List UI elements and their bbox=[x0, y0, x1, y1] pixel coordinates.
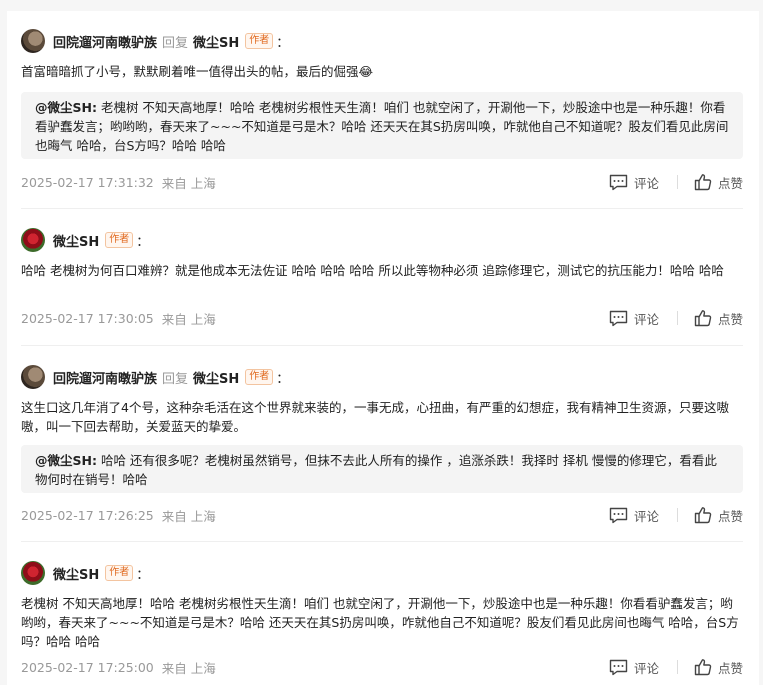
thumbs-up-icon bbox=[694, 658, 712, 676]
username[interactable]: 回院遛河南暾驴族 bbox=[53, 32, 157, 51]
username[interactable]: 微尘SH bbox=[53, 564, 99, 583]
comment-button[interactable]: 评论 bbox=[609, 658, 659, 677]
comment-header: 微尘SH 作者 ： bbox=[21, 560, 149, 586]
username[interactable]: 回院遛河南暾驴族 bbox=[53, 368, 157, 387]
reply-target-username[interactable]: 微尘SH bbox=[193, 368, 239, 387]
comment-label: 评论 bbox=[633, 175, 659, 191]
comment-header: 回院遛河南暾驴族 回复 微尘SH 作者 ： bbox=[21, 28, 289, 54]
action-divider bbox=[676, 175, 678, 189]
action-divider bbox=[676, 660, 678, 674]
comment-actions: 评论 点赞 bbox=[609, 172, 743, 192]
comment-actions: 评论 点赞 bbox=[609, 657, 743, 677]
comment-actions: 评论 点赞 bbox=[609, 308, 743, 328]
author-badge: 作者 bbox=[105, 232, 134, 248]
comment-meta: 2025-02-17 17:25:00 来自 上海 评论 点赞 bbox=[21, 657, 743, 677]
quoted-comment[interactable]: @微尘SH: 哈哈 还有很多呢？老槐树虽然销号，但抹不去此人所有的操作 ，追涨杀… bbox=[21, 445, 743, 493]
username[interactable]: 微尘SH bbox=[53, 231, 99, 250]
colon: ： bbox=[276, 371, 290, 387]
comment-button[interactable]: 评论 bbox=[609, 173, 659, 192]
avatar[interactable] bbox=[21, 228, 45, 252]
quoted-comment[interactable]: @微尘SH: 老槐树 不知天高地厚！哈哈 老槐树劣根性天生滴！咱们 也就空闲了，… bbox=[21, 92, 743, 159]
avatar[interactable] bbox=[21, 365, 45, 389]
action-divider bbox=[676, 508, 678, 522]
author-badge: 作者 bbox=[105, 565, 134, 581]
comment-header: 回院遛河南暾驴族 回复 微尘SH 作者 ： bbox=[21, 364, 289, 390]
comment-text: 首富暗暗抓了小号，默默刷着唯一值得出头的帖，最后的倔强😂 bbox=[21, 64, 374, 79]
divider bbox=[21, 345, 743, 346]
comment-meta: 2025-02-17 17:31:32 来自 上海 评论 点赞 bbox=[21, 172, 743, 192]
like-button[interactable]: 点赞 bbox=[694, 173, 743, 192]
author-badge: 作者 bbox=[245, 33, 274, 49]
comment-list: 回院遛河南暾驴族 回复 微尘SH 作者 ： 首富暗暗抓了小号，默默刷着唯一值得出… bbox=[7, 11, 759, 685]
action-divider bbox=[676, 311, 678, 325]
timestamp: 2025-02-17 17:30:05 bbox=[21, 310, 154, 326]
like-label: 点赞 bbox=[717, 508, 743, 524]
comment-meta: 2025-02-17 17:26:25 来自 上海 评论 点赞 bbox=[21, 505, 743, 525]
author-badge: 作者 bbox=[245, 369, 274, 385]
location: 来自 上海 bbox=[161, 508, 216, 524]
comment-text: 哈哈 老槐树为何百口难辨？就是他成本无法佐证 哈哈 哈哈 哈哈 所以此等物种必须… bbox=[21, 263, 724, 278]
comment-icon bbox=[609, 310, 628, 327]
comment-label: 评论 bbox=[633, 508, 659, 524]
avatar[interactable] bbox=[21, 561, 45, 585]
quoted-username: @微尘SH: bbox=[35, 100, 97, 115]
like-button[interactable]: 点赞 bbox=[694, 506, 743, 525]
comment-text: 这生口这几年消了4个号，这种杂毛活在这个世界就来装的，一事无成，心扭曲，有严重的… bbox=[21, 400, 729, 434]
thumbs-up-icon bbox=[694, 309, 712, 327]
like-label: 点赞 bbox=[717, 311, 743, 327]
divider bbox=[21, 541, 743, 542]
location: 来自 上海 bbox=[161, 311, 216, 327]
like-button[interactable]: 点赞 bbox=[694, 309, 743, 328]
comment-label: 评论 bbox=[633, 660, 659, 676]
colon: ： bbox=[136, 234, 150, 250]
comment-button[interactable]: 评论 bbox=[609, 506, 659, 525]
like-button[interactable]: 点赞 bbox=[694, 658, 743, 677]
comment-button[interactable]: 评论 bbox=[609, 309, 659, 328]
location: 来自 上海 bbox=[161, 660, 216, 676]
colon: ： bbox=[136, 567, 150, 583]
comment-icon bbox=[609, 507, 628, 524]
timestamp: 2025-02-17 17:31:32 bbox=[21, 174, 154, 190]
quoted-text: 老槐树 不知天高地厚！哈哈 老槐树劣根性天生滴！咱们 也就空闲了，开涮他一下，炒… bbox=[35, 100, 729, 153]
colon: ： bbox=[276, 35, 290, 51]
comment-label: 评论 bbox=[633, 311, 659, 327]
comment-icon bbox=[609, 659, 628, 676]
reply-target-username[interactable]: 微尘SH bbox=[193, 32, 239, 51]
quoted-text: 哈哈 还有很多呢？老槐树虽然销号，但抹不去此人所有的操作 ，追涨杀跌！我择时 择… bbox=[35, 453, 717, 487]
comment-icon bbox=[609, 174, 628, 191]
comment-header: 微尘SH 作者 ： bbox=[21, 227, 149, 253]
comment-actions: 评论 点赞 bbox=[609, 505, 743, 525]
reply-label: 回复 bbox=[162, 35, 189, 51]
comment-text: 老槐树 不知天高地厚！哈哈 老槐树劣根性天生滴！咱们 也就空闲了，开涮他一下，炒… bbox=[21, 596, 739, 649]
thumbs-up-icon bbox=[694, 173, 712, 191]
avatar[interactable] bbox=[21, 29, 45, 53]
like-label: 点赞 bbox=[717, 660, 743, 676]
comment-meta: 2025-02-17 17:30:05 来自 上海 评论 点赞 bbox=[21, 308, 743, 328]
reply-label: 回复 bbox=[162, 371, 189, 387]
like-label: 点赞 bbox=[717, 175, 743, 191]
timestamp: 2025-02-17 17:26:25 bbox=[21, 507, 154, 523]
location: 来自 上海 bbox=[161, 175, 216, 191]
timestamp: 2025-02-17 17:25:00 bbox=[21, 659, 154, 675]
quoted-username: @微尘SH: bbox=[35, 453, 97, 468]
divider bbox=[21, 208, 743, 209]
thumbs-up-icon bbox=[694, 506, 712, 524]
